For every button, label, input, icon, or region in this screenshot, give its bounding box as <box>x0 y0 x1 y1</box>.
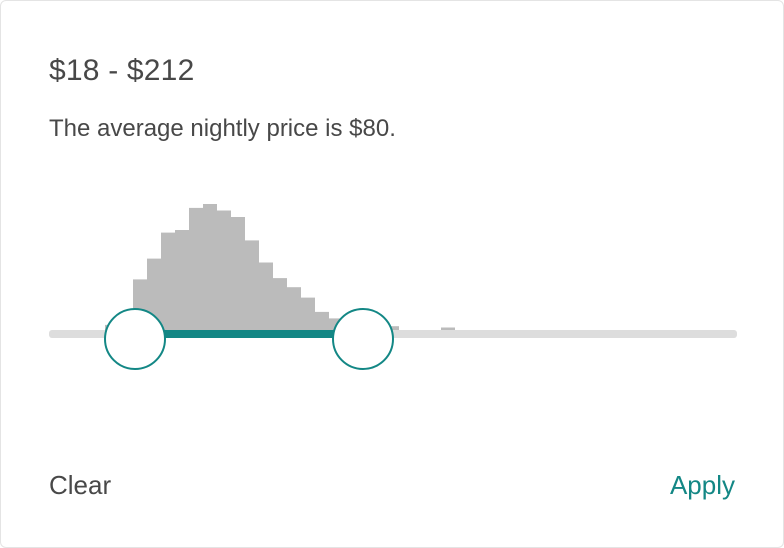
histogram-bar <box>231 217 245 334</box>
histogram-bar <box>175 230 189 334</box>
histogram-bar <box>245 240 259 334</box>
slider-max-handle[interactable] <box>332 308 394 370</box>
histogram-bar <box>203 204 217 334</box>
price-histogram <box>91 204 525 334</box>
histogram-bar <box>189 207 203 334</box>
histogram-bar <box>161 232 175 334</box>
clear-button[interactable]: Clear <box>49 467 111 503</box>
price-range-label: $18 - $212 <box>49 54 195 87</box>
histogram-bar <box>259 262 273 334</box>
price-filter-panel: $18 - $212 The average nightly price is … <box>0 0 784 548</box>
apply-button[interactable]: Apply <box>670 467 735 503</box>
histogram-bar <box>301 297 315 334</box>
histogram-bar <box>273 278 287 334</box>
histogram-bar <box>287 287 301 334</box>
average-price-text: The average nightly price is $80. <box>49 115 396 142</box>
slider-min-handle[interactable] <box>104 308 166 370</box>
histogram-bar <box>217 210 231 334</box>
